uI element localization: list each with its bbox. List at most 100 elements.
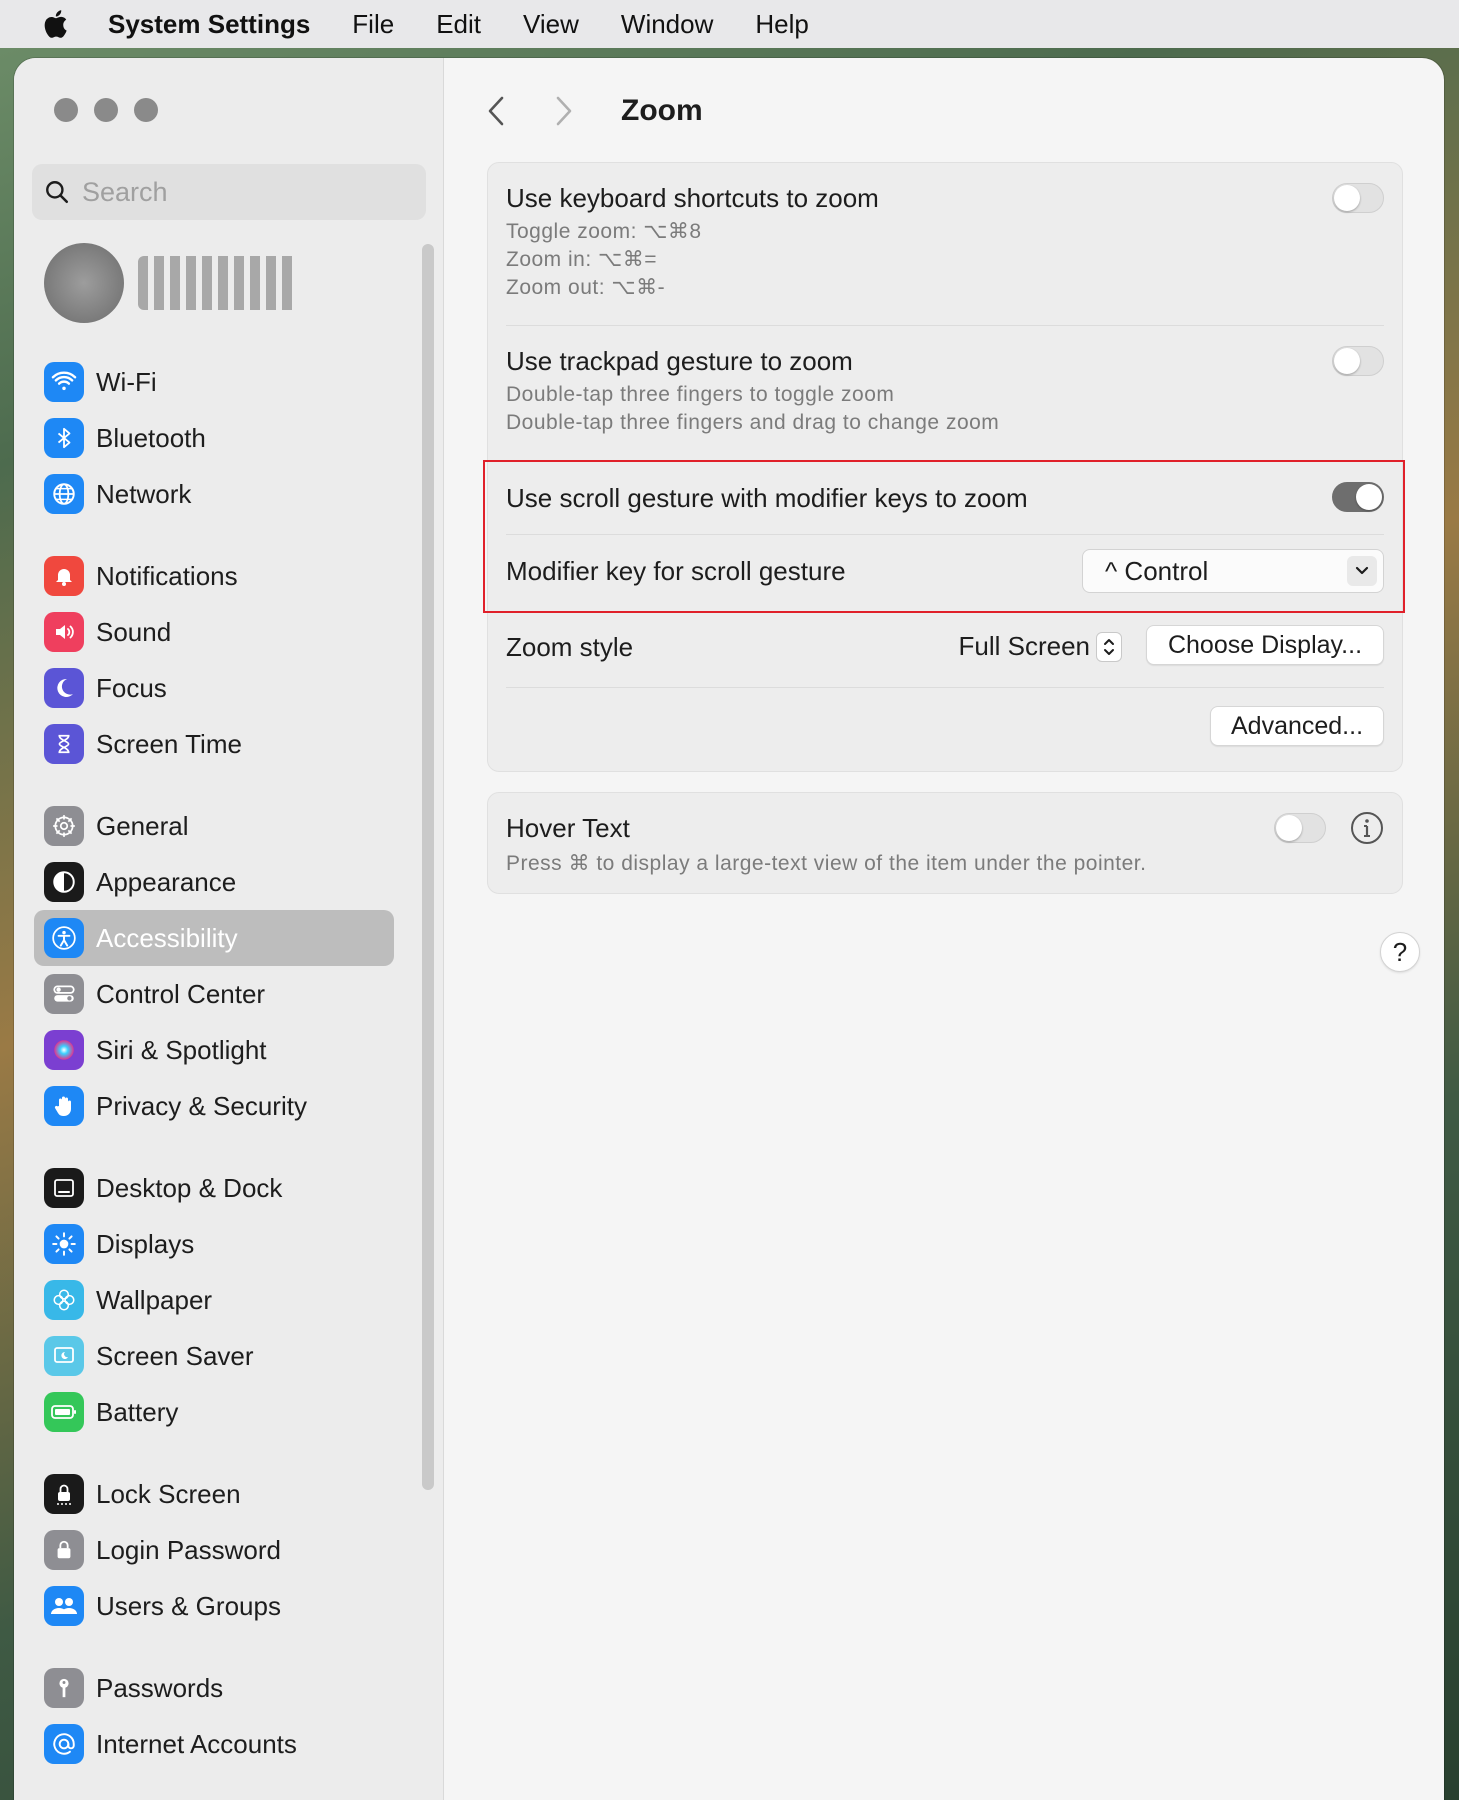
appearance-icon: [44, 862, 84, 902]
sidebar-item-label: Screen Time: [96, 728, 242, 759]
sidebar-item-label: General: [96, 810, 189, 841]
sidebar-item-label: Displays: [96, 1228, 195, 1259]
menu-edit[interactable]: Edit: [436, 9, 481, 40]
zoom-in-shortcut: Zoom in: ⌥⌘=: [506, 248, 657, 271]
toggle-zoom-shortcut: Toggle zoom: ⌥⌘8: [506, 220, 702, 243]
trackpad-gesture-toggle[interactable]: [1332, 346, 1384, 376]
bluetooth-icon: [44, 418, 84, 458]
sidebar-item-control-center[interactable]: Control Center: [34, 966, 394, 1022]
menu-view[interactable]: View: [523, 9, 579, 40]
sidebar-item-wallpaper[interactable]: Wallpaper: [34, 1272, 394, 1328]
info-icon: [1351, 812, 1383, 844]
sidebar-item-label: Sound: [96, 616, 172, 647]
dock-icon: [44, 1168, 84, 1208]
forward-button[interactable]: [553, 91, 583, 131]
advanced-button[interactable]: Advanced...: [1210, 706, 1384, 746]
menu-app-name[interactable]: System Settings: [108, 9, 310, 40]
sidebar-item-focus[interactable]: Focus: [34, 660, 394, 716]
sidebar-item-desktop-dock[interactable]: Desktop & Dock: [34, 1160, 394, 1216]
hand-icon: [44, 1086, 84, 1126]
sidebar-item-label: Login Password: [96, 1534, 281, 1565]
chevron-right-icon: [556, 96, 572, 126]
user-profile[interactable]: [44, 243, 298, 323]
zoom-style-select[interactable]: Full Screen: [959, 631, 1122, 662]
close-button[interactable]: [54, 98, 78, 122]
sidebar-item-screen-saver[interactable]: Screen Saver: [34, 1328, 394, 1384]
sidebar-item-general[interactable]: General: [34, 798, 394, 854]
sidebar-item-label: Appearance: [96, 866, 237, 897]
zoom-style-label: Zoom style: [506, 631, 634, 662]
info-button[interactable]: [1350, 811, 1384, 845]
control-center-icon: [44, 974, 84, 1014]
menu-help[interactable]: Help: [755, 9, 808, 40]
sidebar-item-login-password[interactable]: Login Password: [34, 1522, 394, 1578]
minimize-button[interactable]: [94, 98, 118, 122]
sidebar-item-lock-screen[interactable]: Lock Screen: [34, 1466, 394, 1522]
sidebar-item-bluetooth[interactable]: Bluetooth: [34, 410, 394, 466]
battery-icon: [44, 1392, 84, 1432]
moon-icon: [44, 668, 84, 708]
hover-text-toggle[interactable]: [1274, 813, 1326, 843]
sidebar-item-wi-fi[interactable]: Wi-Fi: [34, 354, 394, 410]
toolbar: Zoom: [485, 86, 703, 136]
sidebar-item-users-groups[interactable]: Users & Groups: [34, 1578, 394, 1634]
user-name-redacted: [138, 256, 298, 310]
users-icon: [44, 1586, 84, 1626]
sidebar-item-battery[interactable]: Battery: [34, 1384, 394, 1440]
settings-window: Search Wi-Fi Bluetooth Network Notification…: [14, 58, 1444, 1800]
search-icon: [46, 181, 69, 204]
keyboard-shortcuts-toggle[interactable]: [1332, 183, 1384, 213]
keyboard-shortcuts-title: Use keyboard shortcuts to zoom: [506, 183, 879, 213]
accessibility-icon: [44, 918, 84, 958]
speaker-icon: [44, 612, 84, 652]
sidebar-item-label: Passwords: [96, 1672, 224, 1703]
sidebar-item-privacy-security[interactable]: Privacy & Security: [34, 1078, 394, 1134]
menu-window[interactable]: Window: [621, 9, 713, 40]
window-controls: [54, 98, 158, 122]
wifi-icon: [44, 362, 84, 402]
menu-file[interactable]: File: [352, 9, 394, 40]
hover-text-desc: Press ⌘ to display a large-text view of …: [506, 852, 1147, 875]
sidebar-item-label: Privacy & Security: [96, 1090, 307, 1121]
sidebar-item-notifications[interactable]: Notifications: [34, 548, 394, 604]
globe-icon: [44, 474, 84, 514]
sidebar-item-label: Focus: [96, 672, 167, 703]
sidebar-nav: Wi-Fi Bluetooth Network Notifications Sound F…: [34, 354, 394, 1772]
sidebar-item-label: Wallpaper: [96, 1284, 213, 1315]
sun-icon: [44, 1224, 84, 1264]
sidebar-item-displays[interactable]: Displays: [34, 1216, 394, 1272]
zoom-style-row: Zoom style Full Screen Choose Display...: [506, 607, 1384, 687]
sidebar-item-label: Bluetooth: [96, 422, 206, 453]
sidebar-item-sound[interactable]: Sound: [34, 604, 394, 660]
hover-text-title: Hover Text: [506, 813, 630, 843]
sidebar-scrollbar[interactable]: [422, 244, 434, 1490]
zoom-out-shortcut: Zoom out: ⌥⌘-: [506, 276, 666, 299]
search-field[interactable]: Search: [32, 164, 426, 220]
back-button[interactable]: [485, 91, 515, 131]
sidebar-item-label: Network: [96, 478, 192, 509]
hourglass-icon: [44, 724, 84, 764]
trackpad-gesture-row: Use trackpad gesture to zoom Double-tap …: [506, 326, 1384, 462]
apple-icon[interactable]: [40, 7, 74, 41]
sidebar-item-passwords[interactable]: Passwords: [34, 1660, 394, 1716]
sidebar-item-network[interactable]: Network: [34, 466, 394, 522]
key-icon: [44, 1668, 84, 1708]
bell-icon: [44, 556, 84, 596]
sidebar-item-siri-spotlight[interactable]: Siri & Spotlight: [34, 1022, 394, 1078]
screen-saver-icon: [44, 1336, 84, 1376]
trackpad-toggle-desc: Double-tap three fingers to toggle zoom: [506, 383, 895, 406]
main-pane: Zoom Use keyboard shortcuts to zoom Togg…: [445, 58, 1444, 1800]
menu-bar: System Settings File Edit View Window He…: [0, 0, 1459, 48]
zoom-button[interactable]: [134, 98, 158, 122]
advanced-row: Advanced...: [506, 688, 1384, 770]
help-button[interactable]: ?: [1380, 932, 1420, 972]
choose-display-button[interactable]: Choose Display...: [1146, 625, 1384, 665]
sidebar-item-internet-accounts[interactable]: Internet Accounts: [34, 1716, 394, 1772]
sidebar-item-appearance[interactable]: Appearance: [34, 854, 394, 910]
sidebar-item-screen-time[interactable]: Screen Time: [34, 716, 394, 772]
sidebar-item-accessibility[interactable]: Accessibility: [34, 910, 394, 966]
